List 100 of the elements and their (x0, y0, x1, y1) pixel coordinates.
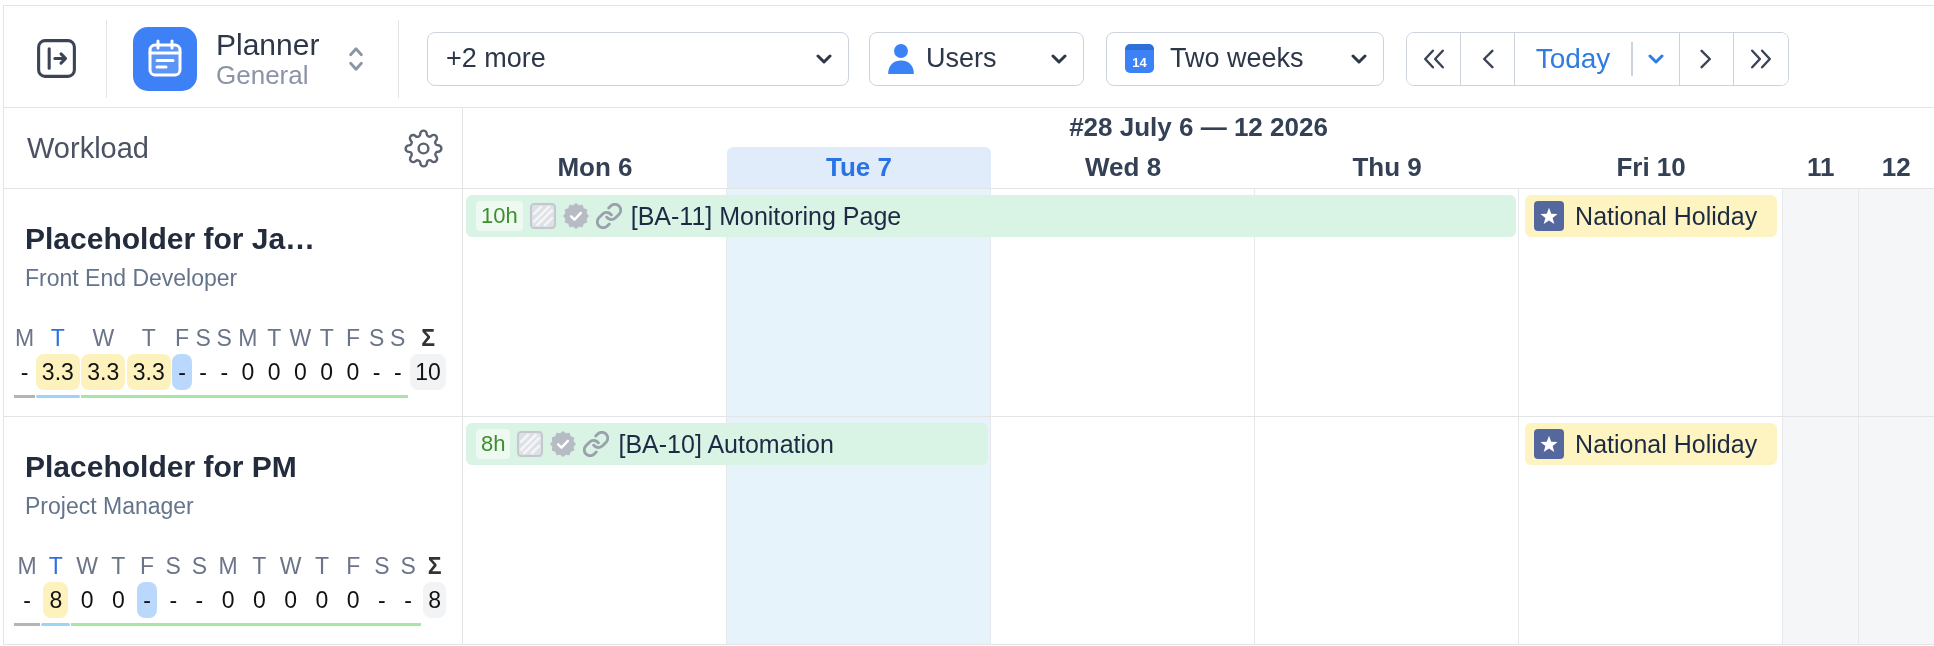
hours-value: - (194, 586, 205, 615)
weekday-letter: W (289, 325, 312, 351)
hours-value: - (168, 586, 179, 615)
holiday-bar[interactable]: National Holiday (1525, 195, 1778, 237)
weekday-letter: S (191, 553, 208, 579)
hours-value: 0 (240, 358, 256, 387)
weekday-letter: S (216, 325, 232, 351)
holiday-title: National Holiday (1575, 429, 1758, 459)
weekday-letter: S (390, 325, 406, 351)
hours-value: 0 (283, 586, 299, 615)
hours-value: - (22, 586, 32, 615)
hours-value: - (137, 582, 157, 618)
badge-check-icon (550, 431, 577, 457)
double-chevron-left-icon (1422, 48, 1445, 69)
weekday-letter: W (279, 553, 302, 579)
weekday-letter: M (238, 325, 258, 351)
weekday-letter: T (50, 325, 65, 351)
weekday-letter: M (14, 325, 35, 351)
member-name: Placeholder for Ja… (25, 221, 316, 257)
calendar-app-icon (133, 26, 197, 91)
weekday-letter: W (92, 325, 115, 351)
sidebar-toggle-icon[interactable] (37, 39, 76, 78)
total-hours: 8 (423, 582, 446, 618)
caret-icon (1051, 53, 1067, 64)
day-header: 11 (1806, 151, 1836, 184)
hours-value: 0 (252, 586, 267, 615)
weekday-letter: T (252, 553, 267, 579)
hours-value: 0 (293, 358, 308, 387)
task-bar[interactable]: 8h [BA-10] Automation (466, 423, 989, 465)
weekday-letter: S (368, 325, 385, 351)
hatched-square-icon (529, 203, 556, 229)
holiday-bar[interactable]: National Holiday (1525, 423, 1778, 465)
period-dropdown[interactable]: 14 Two weeks (1106, 31, 1384, 86)
project-subtitle: General (216, 60, 309, 89)
panel-title: Workload (27, 131, 149, 165)
hours-value: 0 (266, 358, 282, 387)
weekday-letter: F (140, 553, 155, 579)
hatched-square-icon (517, 431, 544, 457)
jump-back-button[interactable] (1407, 32, 1461, 85)
hours-value: 3.3 (126, 354, 171, 390)
person-icon (888, 43, 914, 74)
weekday-letter: F (346, 553, 361, 579)
hours-value: - (172, 354, 192, 390)
caret-icon (1351, 53, 1367, 64)
weekday-letter: M (17, 553, 37, 579)
weekday-letter: T (48, 553, 63, 579)
hours-value: - (198, 358, 208, 387)
caret-icon (816, 53, 832, 64)
hours-value: 0 (345, 586, 361, 615)
hours-value: - (219, 358, 230, 387)
hours-value: 8 (43, 582, 69, 618)
hours-value: 0 (319, 358, 335, 387)
weekday-letter: T (111, 553, 126, 579)
task-bar[interactable]: 10h [BA-11] Monitoring Page (466, 195, 1517, 237)
settings-icon[interactable] (404, 128, 443, 168)
member-role: Project Manager (25, 492, 194, 520)
total-symbol: Σ (427, 553, 442, 579)
task-title: [BA-10] Automation (618, 429, 834, 459)
caret-icon (1647, 53, 1664, 64)
member-name: Placeholder for PM (25, 449, 297, 485)
link-icon (595, 203, 622, 229)
task-title: [BA-11] Monitoring Page (630, 201, 902, 231)
hours-value: - (392, 358, 403, 387)
hours-badge: 8h (476, 429, 511, 459)
weekday-letter: F (174, 325, 190, 351)
weekday-letter: S (400, 553, 416, 579)
weekday-letter: W (76, 553, 98, 579)
weekday-letter: T (267, 325, 282, 351)
chevron-up-down-icon[interactable] (348, 44, 364, 73)
filter-dropdown[interactable]: +2 more (427, 31, 849, 86)
hours-value: - (377, 586, 387, 615)
hours-badge: 10h (476, 201, 523, 231)
weekday-letter: S (195, 325, 211, 351)
hours-value: 0 (345, 358, 361, 387)
day-header: Mon 6 (556, 151, 634, 184)
project-name: Planner (216, 28, 320, 60)
weekday-letter: S (165, 553, 181, 579)
day-header: Thu 9 (1351, 151, 1423, 184)
badge-check-icon (562, 203, 589, 229)
total-symbol: Σ (421, 325, 435, 351)
day-header: Wed 8 (1084, 151, 1163, 184)
calendar-icon: 14 (1125, 44, 1154, 73)
weekday-letter: T (319, 325, 334, 351)
day-header: 12 (1880, 151, 1912, 184)
hours-value: 0 (79, 586, 95, 615)
hours-value: 0 (110, 586, 126, 615)
weekday-letter: T (314, 553, 329, 579)
link-icon (583, 431, 610, 457)
hours-value: 3.3 (35, 354, 80, 390)
hours-value: 3.3 (81, 354, 126, 390)
holiday-title: National Holiday (1575, 201, 1758, 231)
day-header: Tue 7 (727, 147, 992, 188)
hours-value: - (403, 586, 413, 615)
weekday-letter: S (374, 553, 390, 579)
hours-value: - (371, 358, 382, 387)
hours-value: 0 (314, 586, 330, 615)
chevron-left-icon (1481, 48, 1494, 69)
users-dropdown[interactable]: Users (869, 31, 1084, 86)
total-hours: 10 (410, 354, 446, 390)
weekday-letter: M (218, 553, 238, 579)
